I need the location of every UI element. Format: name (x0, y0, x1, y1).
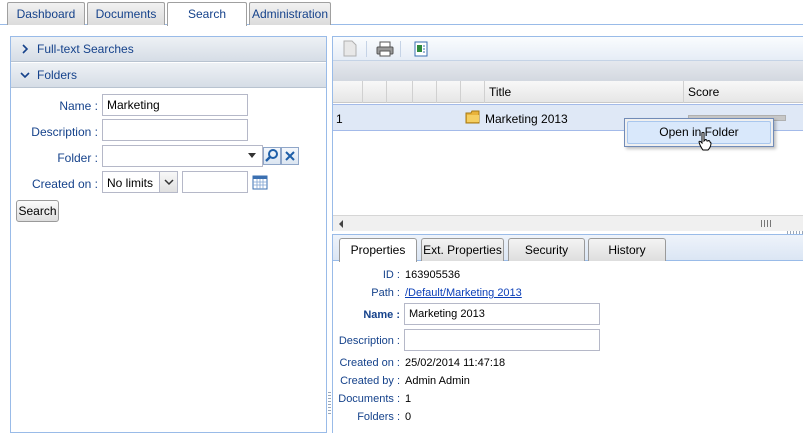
row-index: 1 (336, 112, 343, 126)
created-on-select-value: No limits (107, 176, 154, 190)
folders-label: Folders : (357, 411, 400, 423)
chevron-down-icon (164, 179, 174, 186)
hand-cursor-icon (698, 132, 712, 151)
col-header-blank[interactable] (363, 81, 387, 103)
created-on-dropdown-button[interactable] (159, 172, 177, 192)
search-button[interactable]: Search (16, 200, 59, 222)
folder-icon (465, 110, 480, 124)
properties-tab-bar: Properties Ext. Properties Security Hist… (333, 235, 803, 262)
tab-administration[interactable]: Administration (249, 2, 331, 25)
col-header-blank[interactable] (437, 81, 461, 103)
results-toolbar (333, 37, 803, 61)
folder-input[interactable] (102, 145, 263, 167)
name-label: Name : (363, 309, 400, 321)
name-field[interactable]: Marketing 2013 (404, 303, 600, 325)
fulltext-searches-header[interactable]: Full-text Searches (11, 37, 326, 62)
toolbar-separator (400, 41, 401, 57)
vertical-splitter-grip[interactable] (328, 392, 331, 416)
created-by-label: Created by : (340, 375, 400, 387)
path-link[interactable]: /Default/Marketing 2013 (405, 287, 522, 299)
folder-label: Folder : (57, 151, 98, 165)
created-by-value: Admin Admin (405, 375, 470, 387)
documents-label: Documents : (338, 393, 400, 405)
tab-security[interactable]: Security (508, 238, 585, 261)
tab-search[interactable]: Search (167, 2, 247, 26)
col-header-blank[interactable] (461, 81, 485, 103)
description-label: Description : (31, 125, 98, 139)
chevron-down-icon (20, 72, 30, 79)
search-icon (265, 149, 278, 162)
print-icon[interactable] (376, 41, 394, 57)
document-icon[interactable] (342, 40, 358, 57)
row-title[interactable]: Marketing 2013 (485, 112, 568, 126)
id-value: 163905536 (405, 269, 461, 281)
description-input[interactable] (102, 119, 248, 141)
calendar-icon[interactable] (252, 174, 268, 190)
folder-dropdown-arrow-icon[interactable] (247, 152, 257, 160)
folders-value: 0 (405, 411, 412, 423)
search-panel: Full-text Searches Folders Name : Market… (10, 36, 327, 433)
folder-search-button[interactable] (263, 147, 281, 165)
toolbar-separator (366, 41, 367, 57)
tab-documents[interactable]: Documents (87, 2, 165, 25)
folder-clear-button[interactable] (281, 147, 299, 165)
folders-header[interactable]: Folders (11, 63, 326, 88)
description-field[interactable] (404, 329, 600, 351)
scroll-grip[interactable] (761, 220, 771, 227)
folders-label: Folders (37, 68, 78, 82)
grid-header: Title Score (333, 81, 803, 103)
properties-panel: Properties Ext. Properties Security Hist… (332, 234, 803, 433)
created-on-value: 25/02/2014 11:47:18 (405, 357, 506, 369)
tab-history[interactable]: History (588, 238, 666, 261)
main-tab-bar: Dashboard Documents Search Administratio… (0, 0, 803, 26)
fulltext-searches-label: Full-text Searches (37, 42, 134, 56)
col-header-title[interactable]: Title (485, 81, 684, 103)
col-header-blank[interactable] (413, 81, 437, 103)
horizontal-scrollbar[interactable] (333, 215, 803, 231)
documents-value: 1 (405, 393, 412, 405)
created-on-date-input[interactable] (182, 171, 248, 193)
path-label: Path : (371, 287, 400, 299)
chevron-right-icon (22, 44, 29, 54)
col-header-blank[interactable] (387, 81, 413, 103)
grid-group-strip (333, 61, 803, 81)
tab-dashboard[interactable]: Dashboard (7, 2, 85, 25)
created-on-label: Created on : (339, 357, 400, 369)
scroll-left-arrow-icon[interactable] (337, 219, 345, 229)
col-header-index[interactable] (333, 81, 363, 103)
tab-ext-properties[interactable]: Ext. Properties (421, 238, 504, 261)
tab-properties[interactable]: Properties (339, 238, 417, 262)
created-on-label: Created on : (31, 177, 98, 191)
name-input[interactable]: Marketing (102, 94, 248, 116)
description-label: Description : (338, 335, 400, 347)
id-label: ID : (382, 269, 400, 281)
col-header-score[interactable]: Score (684, 81, 803, 103)
close-icon (285, 151, 295, 161)
name-label: Name : (59, 99, 98, 113)
export-icon[interactable] (413, 41, 429, 57)
